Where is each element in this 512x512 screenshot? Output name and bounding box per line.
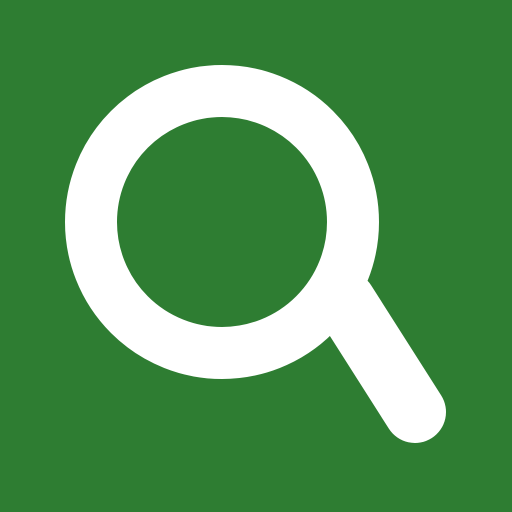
search-icon bbox=[0, 0, 512, 512]
search-icon-tile[interactable] bbox=[0, 0, 512, 512]
